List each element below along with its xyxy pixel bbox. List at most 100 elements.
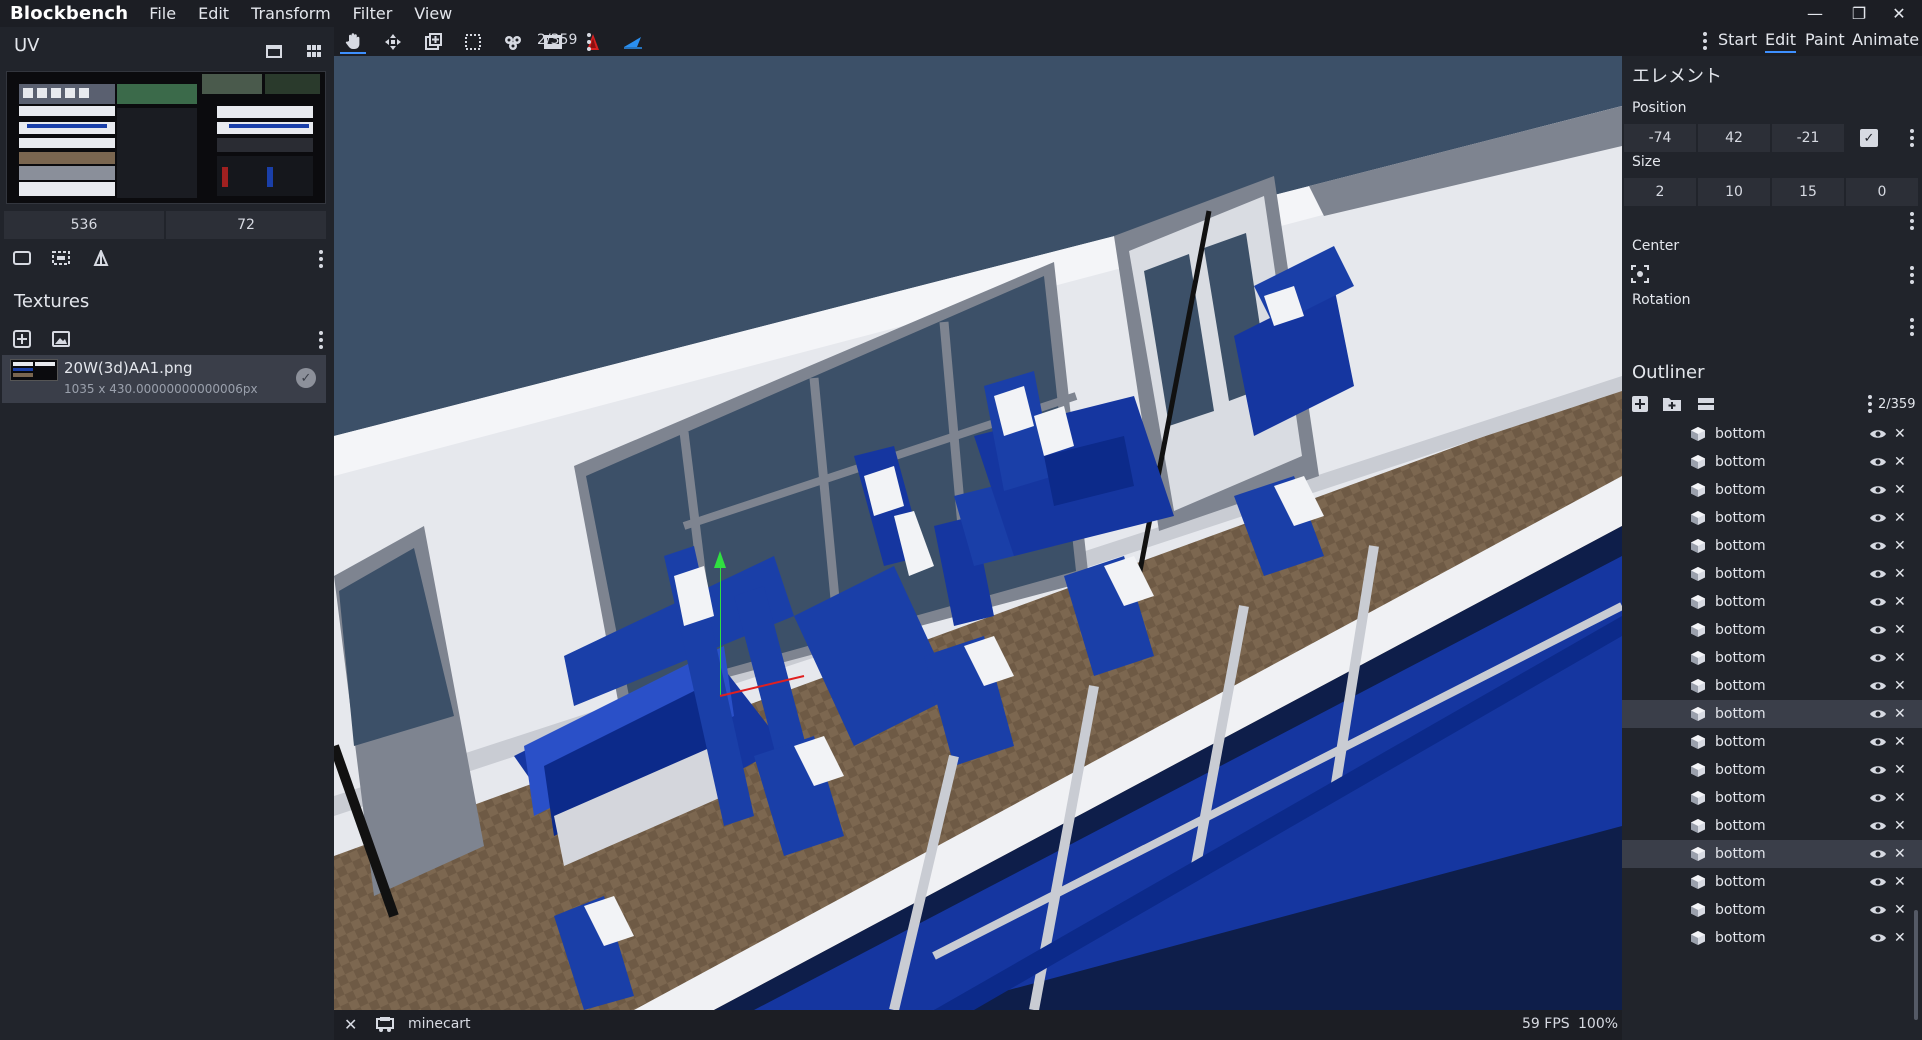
- uv-grid-view-icon[interactable]: [302, 39, 326, 63]
- texture-in-use-check-icon[interactable]: ✓: [296, 368, 316, 388]
- toolbar-more-icon[interactable]: [584, 31, 594, 53]
- close-model-icon[interactable]: ✕: [344, 1015, 357, 1034]
- add-cube-icon[interactable]: [1628, 392, 1652, 416]
- delete-x-icon[interactable]: ✕: [1894, 734, 1906, 750]
- position-lock-checkbox[interactable]: ✓: [1860, 129, 1878, 147]
- delete-x-icon[interactable]: ✕: [1894, 678, 1906, 694]
- size-y-field[interactable]: 10: [1698, 178, 1770, 206]
- size-more-icon[interactable]: [1907, 210, 1917, 232]
- visibility-eye-icon[interactable]: [1869, 876, 1887, 888]
- mode-more-icon[interactable]: [1700, 30, 1710, 52]
- menu-transform[interactable]: Transform: [240, 4, 342, 23]
- outliner-row[interactable]: bottom ✕: [1622, 700, 1922, 728]
- delete-x-icon[interactable]: ✕: [1894, 818, 1906, 834]
- import-texture-icon[interactable]: [10, 327, 34, 351]
- tab-start[interactable]: Start: [1718, 30, 1757, 49]
- delete-x-icon[interactable]: ✕: [1894, 538, 1906, 554]
- visibility-eye-icon[interactable]: [1869, 624, 1887, 636]
- delete-x-icon[interactable]: ✕: [1894, 510, 1906, 526]
- tab-animate[interactable]: Animate: [1852, 30, 1919, 49]
- uv-mirror-icon[interactable]: [89, 246, 113, 270]
- visibility-eye-icon[interactable]: [1869, 736, 1887, 748]
- visibility-eye-icon[interactable]: [1869, 904, 1887, 916]
- uv-size-y-field[interactable]: 72: [166, 211, 326, 239]
- outliner-row[interactable]: bottom ✕: [1622, 476, 1922, 504]
- delete-x-icon[interactable]: ✕: [1894, 874, 1906, 890]
- inflate-field[interactable]: 0: [1846, 178, 1918, 206]
- outliner-row[interactable]: bottom ✕: [1622, 868, 1922, 896]
- outliner-row[interactable]: bottom ✕: [1622, 756, 1922, 784]
- add-group-icon[interactable]: [1660, 392, 1684, 416]
- outliner-row[interactable]: bottom ✕: [1622, 532, 1922, 560]
- move-tool-icon[interactable]: [380, 29, 406, 54]
- 3d-viewport[interactable]: [334, 56, 1622, 1010]
- vertex-snap-icon[interactable]: [500, 29, 526, 54]
- visibility-eye-icon[interactable]: [1869, 848, 1887, 860]
- center-pivot-icon[interactable]: [1628, 262, 1652, 286]
- texture-list-item[interactable]: 20W(3d)AA1.png 1035 x 430.00000000000006…: [2, 355, 326, 403]
- delete-x-icon[interactable]: ✕: [1894, 706, 1906, 722]
- delete-x-icon[interactable]: ✕: [1894, 902, 1906, 918]
- visibility-eye-icon[interactable]: [1869, 764, 1887, 776]
- uv-selection-icon[interactable]: [49, 246, 73, 270]
- outliner-row[interactable]: bottom ✕: [1622, 840, 1922, 868]
- visibility-eye-icon[interactable]: [1869, 652, 1887, 664]
- visibility-eye-icon[interactable]: [1869, 708, 1887, 720]
- outliner-row[interactable]: bottom ✕: [1622, 924, 1922, 952]
- position-y-field[interactable]: 42: [1698, 124, 1770, 152]
- outliner-row[interactable]: bottom ✕: [1622, 644, 1922, 672]
- visibility-eye-icon[interactable]: [1869, 932, 1887, 944]
- size-z-field[interactable]: 15: [1772, 178, 1844, 206]
- delete-x-icon[interactable]: ✕: [1894, 426, 1906, 442]
- visibility-eye-icon[interactable]: [1869, 512, 1887, 524]
- visibility-eye-icon[interactable]: [1869, 568, 1887, 580]
- collapse-all-icon[interactable]: [1694, 392, 1718, 416]
- outliner-row[interactable]: bottom ✕: [1622, 728, 1922, 756]
- menu-view[interactable]: View: [403, 4, 463, 23]
- delete-x-icon[interactable]: ✕: [1894, 930, 1906, 946]
- outliner-scrollbar[interactable]: [1914, 910, 1918, 1020]
- uv-face-view-icon[interactable]: [10, 246, 34, 270]
- uv-texture-preview[interactable]: [6, 71, 326, 204]
- visibility-eye-icon[interactable]: [1869, 680, 1887, 692]
- outliner-row[interactable]: bottom ✕: [1622, 560, 1922, 588]
- uv-more-icon[interactable]: [316, 248, 326, 270]
- hand-tool-icon[interactable]: [340, 29, 366, 54]
- pivot-tool-icon[interactable]: [460, 29, 486, 54]
- outliner-row[interactable]: bottom ✕: [1622, 420, 1922, 448]
- menu-edit[interactable]: Edit: [187, 4, 240, 23]
- outliner-row[interactable]: bottom ✕: [1622, 672, 1922, 700]
- close-window-button[interactable]: ✕: [1876, 0, 1922, 27]
- outliner-row[interactable]: bottom ✕: [1622, 784, 1922, 812]
- position-z-field[interactable]: -21: [1772, 124, 1844, 152]
- visibility-eye-icon[interactable]: [1869, 540, 1887, 552]
- position-more-icon[interactable]: [1907, 127, 1917, 149]
- delete-x-icon[interactable]: ✕: [1894, 594, 1906, 610]
- visibility-eye-icon[interactable]: [1869, 792, 1887, 804]
- minimize-button[interactable]: —: [1792, 0, 1838, 27]
- mirror-modeling-icon[interactable]: [620, 29, 646, 54]
- delete-x-icon[interactable]: ✕: [1894, 622, 1906, 638]
- center-more-icon[interactable]: [1907, 264, 1917, 286]
- outliner-more-icon[interactable]: [1865, 393, 1875, 415]
- delete-x-icon[interactable]: ✕: [1894, 762, 1906, 778]
- visibility-eye-icon[interactable]: [1869, 428, 1887, 440]
- tab-paint[interactable]: Paint: [1805, 30, 1845, 49]
- outliner-row[interactable]: bottom ✕: [1622, 896, 1922, 924]
- outliner-row[interactable]: bottom ✕: [1622, 616, 1922, 644]
- visibility-eye-icon[interactable]: [1869, 596, 1887, 608]
- create-texture-icon[interactable]: [49, 327, 73, 351]
- visibility-eye-icon[interactable]: [1869, 456, 1887, 468]
- delete-x-icon[interactable]: ✕: [1894, 482, 1906, 498]
- delete-x-icon[interactable]: ✕: [1894, 790, 1906, 806]
- size-x-field[interactable]: 2: [1624, 178, 1696, 206]
- delete-x-icon[interactable]: ✕: [1894, 566, 1906, 582]
- visibility-eye-icon[interactable]: [1869, 820, 1887, 832]
- outliner-row[interactable]: bottom ✕: [1622, 588, 1922, 616]
- outliner-row[interactable]: bottom ✕: [1622, 812, 1922, 840]
- delete-x-icon[interactable]: ✕: [1894, 846, 1906, 862]
- uv-size-x-field[interactable]: 536: [4, 211, 164, 239]
- textures-more-icon[interactable]: [316, 329, 326, 351]
- outliner-row[interactable]: bottom ✕: [1622, 504, 1922, 532]
- menu-filter[interactable]: Filter: [342, 4, 404, 23]
